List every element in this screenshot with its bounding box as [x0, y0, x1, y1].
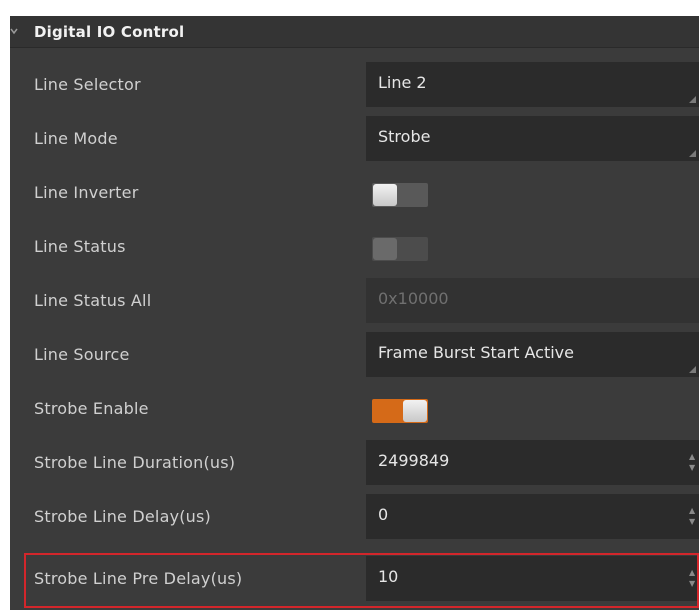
spin-down-icon[interactable]: ▼ [689, 518, 695, 526]
strobe-line-pre-delay-spinbox[interactable]: 10 ▲ ▼ [366, 556, 699, 601]
row-line-status: Line Status [10, 222, 699, 276]
line-status-all-field: 0x10000 [366, 278, 699, 323]
combo-value: Frame Burst Start Active [378, 343, 574, 362]
row-strobe-line-duration: Strobe Line Duration(us) 2499849 ▲ ▼ [10, 438, 699, 492]
row-label: Line Selector [34, 75, 141, 94]
section-title: Digital IO Control [34, 23, 185, 41]
line-source-combo[interactable]: Frame Burst Start Active [366, 332, 699, 377]
row-label: Line Mode [34, 129, 118, 148]
row-line-status-all: Line Status All 0x10000 [10, 276, 699, 330]
combo-value: Strobe [378, 127, 431, 146]
row-label: Line Status All [34, 291, 152, 310]
row-label: Line Source [34, 345, 130, 364]
dropdown-corner-icon [689, 366, 696, 373]
row-strobe-line-delay: Strobe Line Delay(us) 0 ▲ ▼ [10, 492, 699, 546]
toggle-knob [373, 238, 397, 260]
row-label: Line Inverter [34, 183, 139, 202]
chevron-down-icon[interactable] [10, 25, 24, 39]
strobe-enable-toggle[interactable] [372, 399, 428, 423]
spin-buttons[interactable]: ▲ ▼ [687, 440, 699, 485]
spin-value: 0 [378, 505, 389, 524]
spin-up-icon[interactable]: ▲ [689, 569, 695, 577]
parameter-panel: Digital IO Control Line Selector Line 2 … [10, 16, 699, 610]
row-label: Line Status [34, 237, 126, 256]
row-label: Strobe Line Pre Delay(us) [34, 569, 243, 588]
row-label: Strobe Line Delay(us) [34, 507, 212, 526]
row-line-selector: Line Selector Line 2 [10, 60, 699, 114]
dropdown-corner-icon [689, 150, 696, 157]
strobe-line-delay-spinbox[interactable]: 0 ▲ ▼ [366, 494, 699, 539]
spin-down-icon[interactable]: ▼ [689, 580, 695, 588]
combo-value: Line 2 [378, 73, 427, 92]
row-label: Strobe Enable [34, 399, 149, 418]
row-line-source: Line Source Frame Burst Start Active [10, 330, 699, 384]
toggle-knob [373, 184, 397, 206]
strobe-line-duration-spinbox[interactable]: 2499849 ▲ ▼ [366, 440, 699, 485]
row-line-inverter: Line Inverter [10, 168, 699, 222]
spin-down-icon[interactable]: ▼ [689, 464, 695, 472]
spin-up-icon[interactable]: ▲ [689, 453, 695, 461]
dropdown-corner-icon [689, 96, 696, 103]
line-status-toggle [372, 237, 428, 261]
spin-buttons[interactable]: ▲ ▼ [687, 556, 699, 601]
row-label: Strobe Line Duration(us) [34, 453, 236, 472]
section-header[interactable]: Digital IO Control [10, 16, 699, 48]
toggle-knob [403, 400, 427, 422]
row-strobe-enable: Strobe Enable [10, 384, 699, 438]
line-inverter-toggle[interactable] [372, 183, 428, 207]
spin-value: 2499849 [378, 451, 450, 470]
line-mode-combo[interactable]: Strobe [366, 116, 699, 161]
spin-up-icon[interactable]: ▲ [689, 507, 695, 515]
row-strobe-line-pre-delay: Strobe Line Pre Delay(us) 10 ▲ ▼ [10, 554, 699, 608]
spin-buttons[interactable]: ▲ ▼ [687, 494, 699, 539]
row-line-mode: Line Mode Strobe [10, 114, 699, 168]
field-value: 0x10000 [378, 289, 449, 308]
line-selector-combo[interactable]: Line 2 [366, 62, 699, 107]
spin-value: 10 [378, 567, 399, 586]
